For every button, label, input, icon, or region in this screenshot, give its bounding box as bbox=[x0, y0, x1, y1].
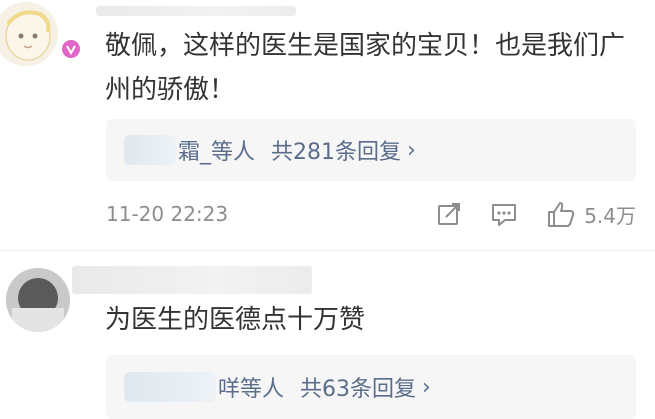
reply-names: 咩等人 bbox=[218, 377, 285, 402]
like-count: 5.4万 bbox=[584, 203, 636, 228]
comment-text: 为医生的医德点十万赞 bbox=[105, 305, 366, 335]
avatar-illustration bbox=[0, 2, 58, 66]
reply-summary: 霜_等人 共281条回复 bbox=[178, 134, 401, 166]
share-button[interactable] bbox=[436, 201, 462, 227]
like-button[interactable]: 5.4万 bbox=[546, 200, 636, 229]
replier-avatar-blurred bbox=[124, 135, 176, 165]
reply-summary: 咩等人 共63条回复 bbox=[218, 371, 416, 403]
comment-actions: 5.4万 bbox=[436, 200, 636, 229]
avatar[interactable] bbox=[6, 268, 70, 332]
avatar-illustration bbox=[6, 268, 70, 332]
comment-icon bbox=[492, 204, 517, 226]
reply-count: 共281条回复 bbox=[271, 140, 402, 165]
avatar[interactable] bbox=[0, 2, 58, 66]
vip-badge-icon bbox=[60, 38, 82, 60]
chevron-right-icon: › bbox=[407, 137, 416, 163]
comment-button[interactable] bbox=[490, 201, 518, 227]
replier-avatar-blurred bbox=[124, 372, 216, 402]
reply-summary-box[interactable]: 霜_等人 共281条回复 › bbox=[106, 119, 636, 181]
comment-item: 为医生的医德点十万赞 咩等人 共63条回复 › bbox=[0, 250, 655, 419]
username-blurred[interactable] bbox=[72, 266, 312, 294]
reply-count: 共63条回复 bbox=[300, 377, 417, 402]
username-blurred[interactable] bbox=[96, 6, 296, 16]
timestamp: 11-20 22:23 bbox=[106, 202, 229, 226]
reply-names: 霜_等人 bbox=[178, 140, 256, 165]
chevron-right-icon: › bbox=[422, 374, 431, 400]
reply-summary-box[interactable]: 咩等人 共63条回复 › bbox=[106, 355, 636, 419]
share-icon bbox=[438, 203, 461, 225]
comment-item: 敬佩，这样的医生是国家的宝贝！也是我们广州的骄傲！ 霜_等人 共281条回复 ›… bbox=[0, 0, 655, 250]
comment-meta: 11-20 22:23 5.4万 bbox=[106, 196, 636, 232]
comment-text: 敬佩，这样的医生是国家的宝贝！也是我们广州的骄傲！ bbox=[105, 31, 626, 105]
like-icon bbox=[548, 202, 575, 227]
